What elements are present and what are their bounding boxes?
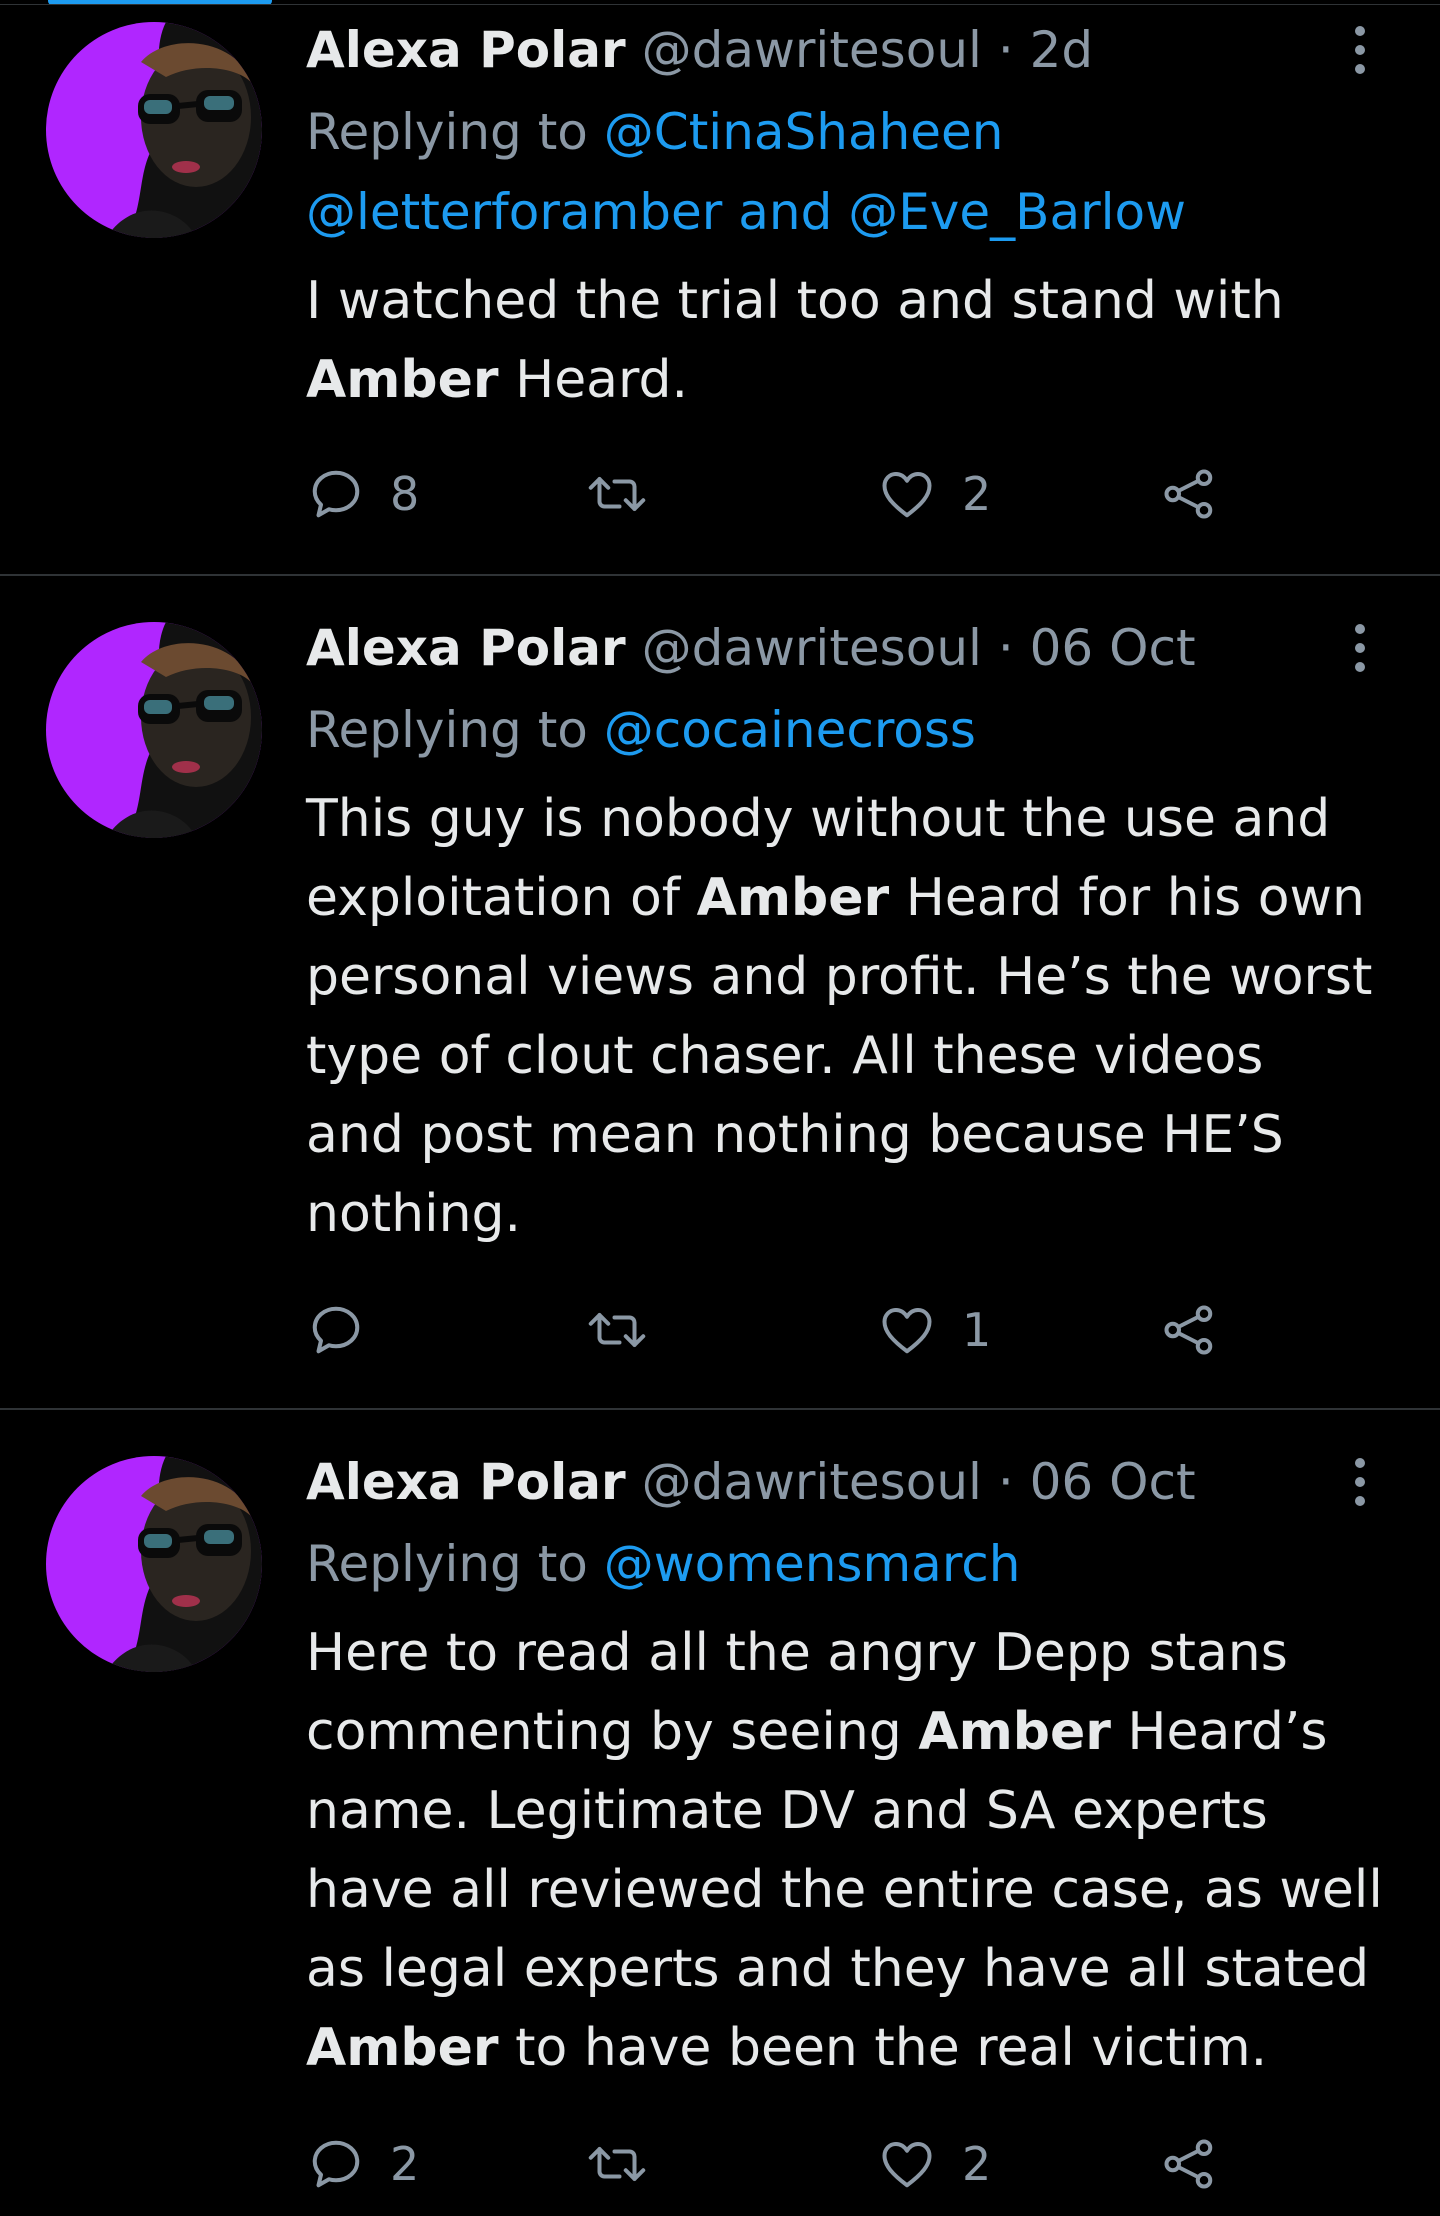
tweet-text-segment: exploitation of: [306, 868, 697, 928]
separator-dot: ·: [997, 619, 1014, 677]
tweet[interactable]: Alexa Polar @dawritesoul · 06 Oct Replyi…: [0, 1410, 1440, 2216]
tweet-text-segment: Heard’s: [1110, 1702, 1328, 1762]
mention-link[interactable]: @CtinaShaheen: [604, 103, 1004, 161]
reply-button[interactable]: 2: [306, 2126, 419, 2202]
avatar[interactable]: [46, 22, 262, 238]
display-name[interactable]: Alexa Polar: [306, 21, 626, 79]
share-button[interactable]: [1158, 1292, 1220, 1368]
tweet-text-segment: have all reviewed the entire case, as we…: [306, 1860, 1383, 1920]
mention-conjunction: and: [722, 183, 849, 241]
share-icon: [1164, 2139, 1213, 2189]
retweet-icon: [588, 1313, 646, 1347]
tweet-text-segment: Here to read all the angry Depp stans: [306, 1623, 1288, 1683]
replying-to-label: Replying to: [306, 1535, 604, 1593]
like-button[interactable]: 2: [876, 456, 991, 532]
tweet-text-highlight: Amber: [696, 868, 890, 928]
avatar[interactable]: [46, 622, 262, 838]
timestamp[interactable]: 06 Oct: [1030, 619, 1196, 677]
more-icon[interactable]: [1340, 1452, 1380, 1512]
tweet-header: Alexa Polar @dawritesoul · 2d: [306, 20, 1093, 80]
replying-to-label: Replying to: [306, 701, 604, 759]
display-name[interactable]: Alexa Polar: [306, 1453, 626, 1511]
avatar[interactable]: [46, 1456, 262, 1672]
retweet-button[interactable]: [582, 2126, 676, 2202]
heart-icon: [882, 1308, 932, 1354]
heart-icon: [882, 472, 932, 518]
tweet-actions: 8 2: [306, 456, 1286, 532]
tweet-text: Here to read all the angry Depp stans co…: [306, 1614, 1406, 2088]
like-button[interactable]: 2: [876, 2126, 991, 2202]
mention-link[interactable]: @womensmarch: [604, 1535, 1021, 1593]
mention-link[interactable]: @Eve_Barlow: [848, 183, 1186, 241]
tweet-text-segment: Heard.: [498, 350, 689, 410]
retweet-icon: [588, 477, 646, 511]
avatar-image: [46, 1456, 262, 1672]
reply-icon: [312, 470, 360, 518]
tweet-text-segment: Heard for his own: [889, 868, 1366, 928]
separator-dot: ·: [997, 1453, 1014, 1511]
share-icon: [1164, 1305, 1213, 1355]
tweet-text-highlight: Amber: [306, 2018, 499, 2078]
display-name[interactable]: Alexa Polar: [306, 619, 626, 677]
share-icon: [1164, 469, 1213, 519]
heart-icon: [882, 2142, 932, 2188]
tweet-text-segment: and post mean nothing because HE’S: [306, 1105, 1284, 1165]
timestamp[interactable]: 2d: [1030, 21, 1094, 79]
like-button[interactable]: 1: [876, 1292, 991, 1368]
separator-dot: ·: [997, 21, 1014, 79]
replying-to: Replying to @cocainecross: [306, 690, 1386, 770]
tweet-actions: 1: [306, 1292, 1286, 1368]
share-button[interactable]: [1158, 2126, 1220, 2202]
tweet-text-segment: nothing.: [306, 1184, 522, 1244]
retweet-button[interactable]: [582, 1292, 676, 1368]
user-handle[interactable]: @dawritesoul: [642, 21, 982, 79]
tweet-text-segment: I watched the trial too and stand with: [306, 271, 1284, 331]
tweet-text: I watched the trial too and stand with A…: [306, 262, 1406, 420]
reply-button[interactable]: 8: [306, 456, 419, 532]
tweet-text-segment: name. Legitimate DV and SA experts: [306, 1781, 1268, 1841]
share-button[interactable]: [1158, 456, 1220, 532]
tweet-text-segment: personal views and profit. He’s the wors…: [306, 947, 1373, 1007]
tweet-text-highlight: Amber: [918, 1702, 1111, 1762]
like-count: 2: [962, 2137, 992, 2191]
user-handle[interactable]: @dawritesoul: [642, 1453, 982, 1511]
like-count: 2: [962, 467, 992, 521]
more-icon[interactable]: [1340, 20, 1380, 80]
tweet-header: Alexa Polar @dawritesoul · 06 Oct: [306, 1452, 1196, 1512]
retweet-icon: [588, 2147, 646, 2181]
user-handle[interactable]: @dawritesoul: [642, 619, 982, 677]
replying-to: Replying to @CtinaShaheen @letterforambe…: [306, 92, 1386, 252]
mention-link[interactable]: @letterforamber: [306, 183, 722, 241]
more-icon[interactable]: [1340, 618, 1380, 678]
tweet-text-highlight: Amber: [306, 350, 499, 410]
timestamp[interactable]: 06 Oct: [1030, 1453, 1196, 1511]
reply-button[interactable]: [306, 1292, 390, 1368]
tweet-text-segment: as legal experts and they have all state…: [306, 1939, 1370, 1999]
tweet-text-segment: This guy is nobody without the use and: [306, 789, 1331, 849]
tweet-text-segment: to have been the real victim.: [498, 2018, 1268, 2078]
tweet-header: Alexa Polar @dawritesoul · 06 Oct: [306, 618, 1196, 678]
tweet-actions: 2 2: [306, 2126, 1286, 2202]
tweet[interactable]: Alexa Polar @dawritesoul · 2d Replying t…: [0, 0, 1440, 580]
avatar-image: [46, 622, 262, 838]
replying-to: Replying to @womensmarch: [306, 1524, 1386, 1604]
tweet-text-segment: commenting by seeing: [306, 1702, 919, 1762]
tweet-text-segment: type of clout chaser. All these videos: [306, 1026, 1264, 1086]
retweet-button[interactable]: [582, 456, 676, 532]
reply-count: 8: [390, 467, 420, 521]
tweet-text: This guy is nobody without the use and e…: [306, 780, 1406, 1254]
like-count: 1: [962, 1303, 992, 1357]
tweet[interactable]: Alexa Polar @dawritesoul · 06 Oct Replyi…: [0, 576, 1440, 1410]
mention-link[interactable]: @cocainecross: [604, 701, 976, 759]
reply-count: 2: [390, 2137, 420, 2191]
reply-icon: [312, 1306, 360, 1354]
avatar-image: [46, 22, 262, 238]
reply-icon: [312, 2140, 360, 2188]
replying-to-label: Replying to: [306, 103, 604, 161]
